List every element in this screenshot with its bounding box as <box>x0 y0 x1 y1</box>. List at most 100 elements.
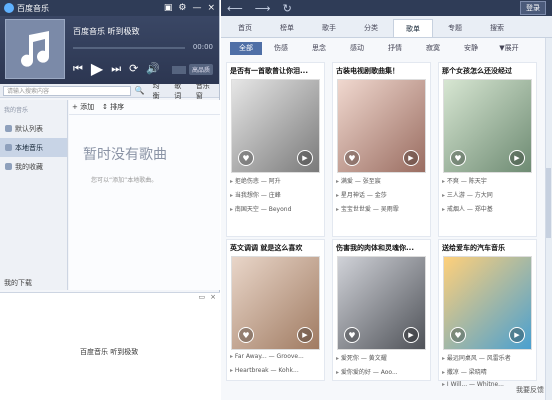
album-cover <box>5 19 65 79</box>
next-icon[interactable]: ⏭ <box>111 62 121 76</box>
song-item[interactable]: 南国天空 — Beyond <box>230 204 321 218</box>
add-button[interactable]: + 添加 <box>72 102 94 112</box>
search-input[interactable]: 请输入搜索内容 <box>3 85 131 96</box>
sidebar-item-local-music[interactable]: 本地音乐 <box>0 138 67 157</box>
song-item[interactable]: Far Away... — Groove... <box>230 353 321 367</box>
song-item[interactable]: 不爽 — 陈天宇 <box>442 176 533 190</box>
sort-button[interactable]: ↕ 排序 <box>102 102 124 112</box>
sidebar-item-default-list[interactable]: 默认列表 <box>0 119 67 138</box>
filter-missing[interactable]: 思念 <box>300 43 338 53</box>
heart-icon[interactable]: ♥ <box>344 327 360 343</box>
sidebar-item-favorites[interactable]: 我的收藏 <box>0 157 67 176</box>
card-title[interactable]: 是否有一首歌曾让你泪... <box>227 63 324 79</box>
sidebar-item-downloads[interactable]: 我的下载 <box>0 278 68 288</box>
card-title[interactable]: 古装电视剧歌曲集！ <box>333 63 430 79</box>
music-note-icon <box>21 31 49 67</box>
right-panel: ⟵ ⟶ ↻ 登录 首页 榜单 歌手 分类 歌单 专题 搜索 全部 伤感 思念 感动 … <box>221 0 552 400</box>
playlist-card[interactable]: 是否有一首歌曾让你泪... ♥▶ 拒绝伤悲 — 阿升当我想你 — 庄峰南国天空 … <box>226 62 325 237</box>
play-circle-icon[interactable]: ▶ <box>297 150 313 166</box>
play-icon[interactable]: ▶ <box>91 59 103 78</box>
search-icon[interactable]: 🔍 <box>135 86 145 95</box>
scrollbar-thumb[interactable] <box>546 168 551 238</box>
song-item[interactable]: 爱死你 — 黄文耀 <box>336 353 427 367</box>
card-image[interactable]: ♥ ▶ <box>337 79 426 173</box>
playlist-card[interactable]: 送给爱车的汽车音乐 ♥▶ 最远同桌风 — 风雷乐者撒凉 — 梁晓晴I Will.… <box>438 239 537 388</box>
main-tabs: 首页 榜单 歌手 分类 歌单 专题 搜索 <box>221 16 552 38</box>
heart-icon[interactable]: ♥ <box>238 327 254 343</box>
play-circle-icon[interactable]: ▶ <box>403 327 419 343</box>
restore-icon[interactable]: ▭ <box>199 293 206 301</box>
settings-icon[interactable]: ⚙ <box>178 3 186 13</box>
volume-bar[interactable] <box>171 65 186 74</box>
card-image[interactable]: ♥ ▶ <box>337 256 426 350</box>
close-icon[interactable]: × <box>207 3 215 13</box>
skin-icon[interactable]: ▣ <box>164 3 173 13</box>
baidu-music-logo-icon <box>4 3 14 13</box>
repeat-icon[interactable]: ⟳ <box>129 62 138 75</box>
playlist-card[interactable]: 那个女孩怎么还没经过 ♥▶ 不爽 — 陈天宇三人游 — 方大同戒烟人 — 郑中基 <box>438 62 537 237</box>
sidebar-heading: 我的音乐 <box>4 107 29 114</box>
playlist-card[interactable]: 古装电视剧歌曲集！ ♥▶ 满爱 — 张至宸星月神话 — 金莎宝宝世世爱 — 吴雨… <box>332 62 431 237</box>
tab-search[interactable]: 搜索 <box>477 19 517 37</box>
card-image[interactable]: ♥ ▶ <box>231 256 320 350</box>
song-item[interactable]: 当我想你 — 庄峰 <box>230 190 321 204</box>
playlist-card[interactable]: 伤害我的肉体和灵魂你... ♥▶ 爱死你 — 黄文耀爱你爱的好 — Aoo... <box>332 239 431 381</box>
song-item[interactable]: 星月神话 — 金莎 <box>336 190 427 204</box>
song-item[interactable]: 最远同桌风 — 风雷乐者 <box>442 353 533 367</box>
heart-icon[interactable]: ♥ <box>450 150 466 166</box>
filter-quiet[interactable]: 安静 <box>452 43 490 53</box>
play-circle-icon[interactable]: ▶ <box>509 327 525 343</box>
card-title[interactable]: 伤害我的肉体和灵魂你... <box>333 240 430 256</box>
card-image[interactable]: ♥ ▶ <box>231 79 320 173</box>
play-circle-icon[interactable]: ▶ <box>403 150 419 166</box>
forward-icon[interactable]: ⟶ <box>255 2 271 15</box>
play-circle-icon[interactable]: ▶ <box>509 150 525 166</box>
song-item[interactable]: 三人游 — 方大同 <box>442 190 533 204</box>
play-circle-icon[interactable]: ▶ <box>297 327 313 343</box>
card-title[interactable]: 那个女孩怎么还没经过 <box>439 63 536 79</box>
playlist-card[interactable]: 英文调调 就是这么喜欢 ♥▶ Far Away... — Groove...He… <box>226 239 325 381</box>
tab-playlists[interactable]: 歌单 <box>393 19 433 37</box>
heart-icon[interactable]: ♥ <box>450 327 466 343</box>
heart-icon[interactable]: ♥ <box>238 150 254 166</box>
time-display: 00:00 <box>192 43 213 51</box>
tab-artists[interactable]: 歌手 <box>309 19 349 37</box>
prev-icon[interactable]: ⏮ <box>73 62 83 76</box>
song-item[interactable]: 拒绝伤悲 — 阿升 <box>230 176 321 190</box>
tab-home[interactable]: 首页 <box>225 19 265 37</box>
mini-close-icon[interactable]: × <box>210 293 216 301</box>
scrollbar[interactable] <box>545 38 552 400</box>
filter-lonely[interactable]: 寂寞 <box>414 43 452 53</box>
progress-bar[interactable] <box>73 47 185 49</box>
filter-touching[interactable]: 感动 <box>338 43 376 53</box>
card-image[interactable]: ♥ ▶ <box>443 256 532 350</box>
card-image[interactable]: ♥ ▶ <box>443 79 532 173</box>
song-item[interactable]: Heartbreak — Kohk... <box>230 367 321 381</box>
refresh-icon[interactable]: ↻ <box>283 2 292 15</box>
tab-charts[interactable]: 榜单 <box>267 19 307 37</box>
empty-title: 暂时没有歌曲 <box>83 147 167 163</box>
heart-icon[interactable]: ♥ <box>344 150 360 166</box>
feedback-link[interactable]: 我要反馈 <box>516 385 544 395</box>
filter-lyrical[interactable]: 抒情 <box>376 43 414 53</box>
card-title[interactable]: 英文调调 就是这么喜欢 <box>227 240 324 256</box>
song-item[interactable]: 戒烟人 — 郑中基 <box>442 204 533 218</box>
filter-expand[interactable]: ▼展开 <box>490 43 528 53</box>
filter-all[interactable]: 全部 <box>230 41 262 55</box>
minimize-icon[interactable]: — <box>192 3 201 13</box>
song-item[interactable]: 撒凉 — 梁晓晴 <box>442 367 533 381</box>
app-titlebar: 百度音乐 ▣ ⚙ — × <box>0 0 219 16</box>
tab-topics[interactable]: 专题 <box>435 19 475 37</box>
playlist-toolbar: + 添加 ↕ 排序 <box>69 100 220 115</box>
hq-badge[interactable]: 高品质 <box>188 64 213 75</box>
card-title[interactable]: 送给爱车的汽车音乐 <box>439 240 536 256</box>
back-icon[interactable]: ⟵ <box>227 2 243 15</box>
volume-icon[interactable]: 🔊 <box>146 62 160 75</box>
song-item[interactable]: 爱你爱的好 — Aoo... <box>336 367 427 381</box>
song-item[interactable]: 宝宝世世爱 — 吴雨霏 <box>336 204 427 218</box>
login-button[interactable]: 登录 <box>520 1 546 15</box>
song-item[interactable]: 满爱 — 张至宸 <box>336 176 427 190</box>
filter-sad[interactable]: 伤感 <box>262 43 300 53</box>
list-icon <box>5 125 12 132</box>
tab-categories[interactable]: 分类 <box>351 19 391 37</box>
